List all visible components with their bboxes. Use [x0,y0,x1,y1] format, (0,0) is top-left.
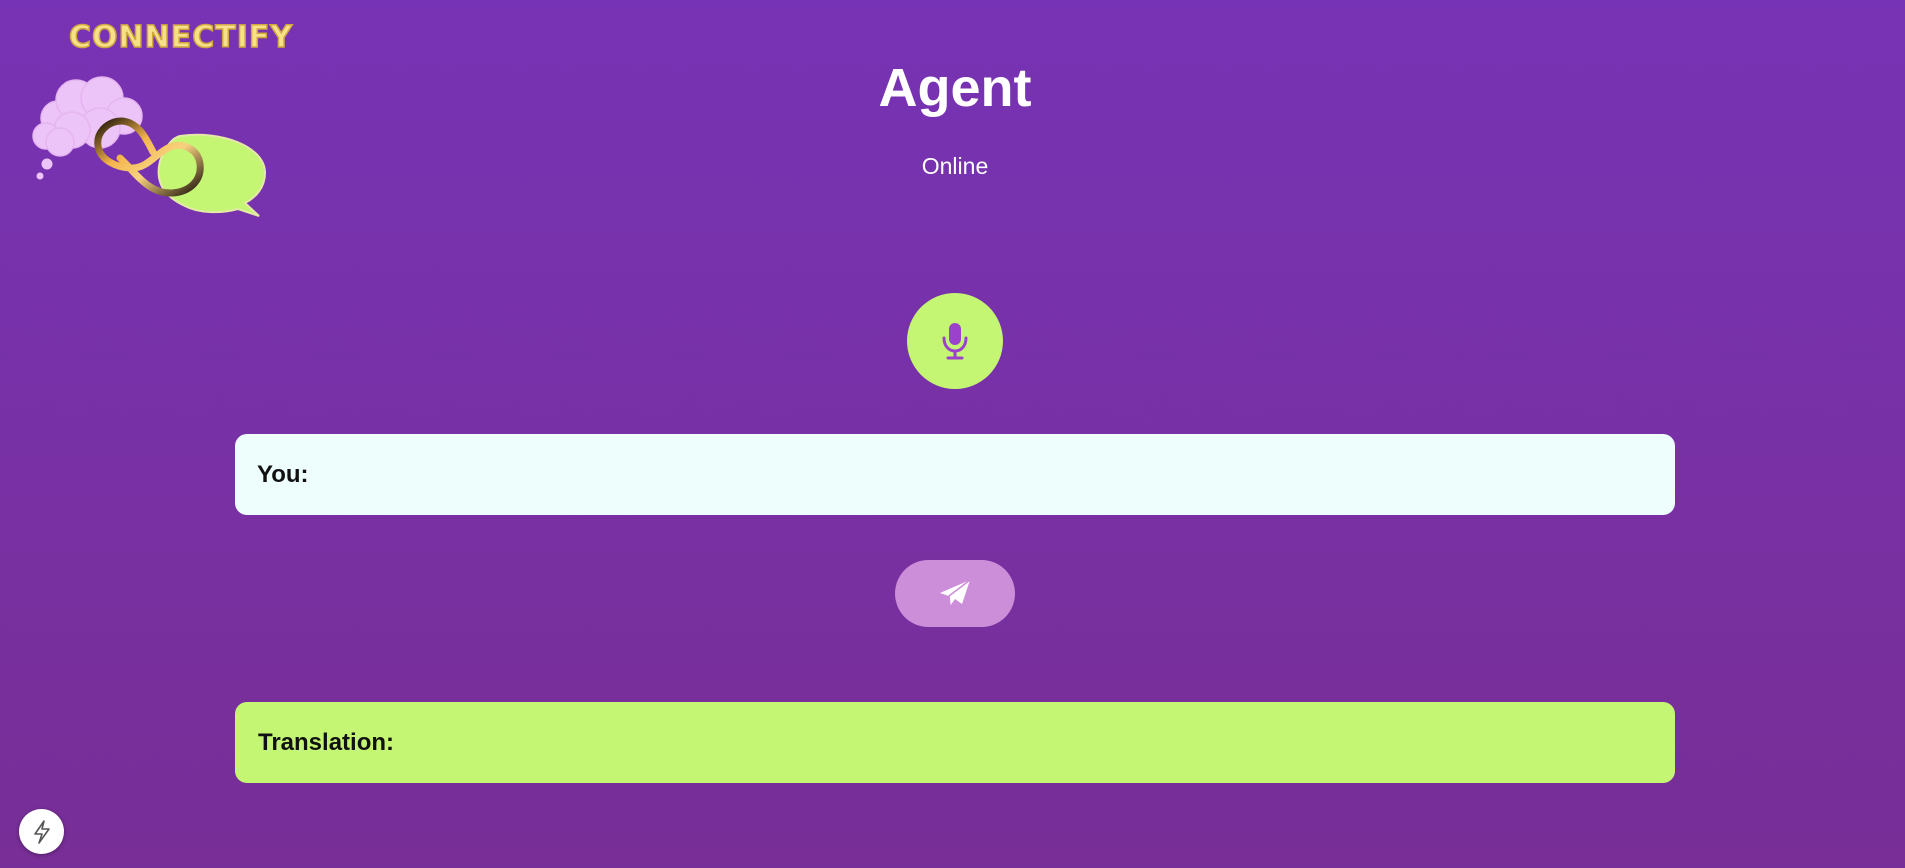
translation-box: Translation: [235,702,1675,783]
page-title: Agent [878,58,1032,118]
send-button[interactable] [895,560,1015,627]
message-input[interactable] [318,453,1653,496]
you-label: You: [257,460,309,488]
status-text: Online [921,153,989,179]
paper-plane-icon [940,578,971,606]
microphone-icon [942,323,968,360]
dev-tools-button[interactable] [19,809,64,854]
translation-label: Translation: [258,728,395,756]
you-input-box: You: [235,434,1675,515]
logo-text: CONNECTIFY [68,19,294,56]
lightning-bolt-icon [33,819,50,844]
microphone-button[interactable] [907,293,1003,389]
